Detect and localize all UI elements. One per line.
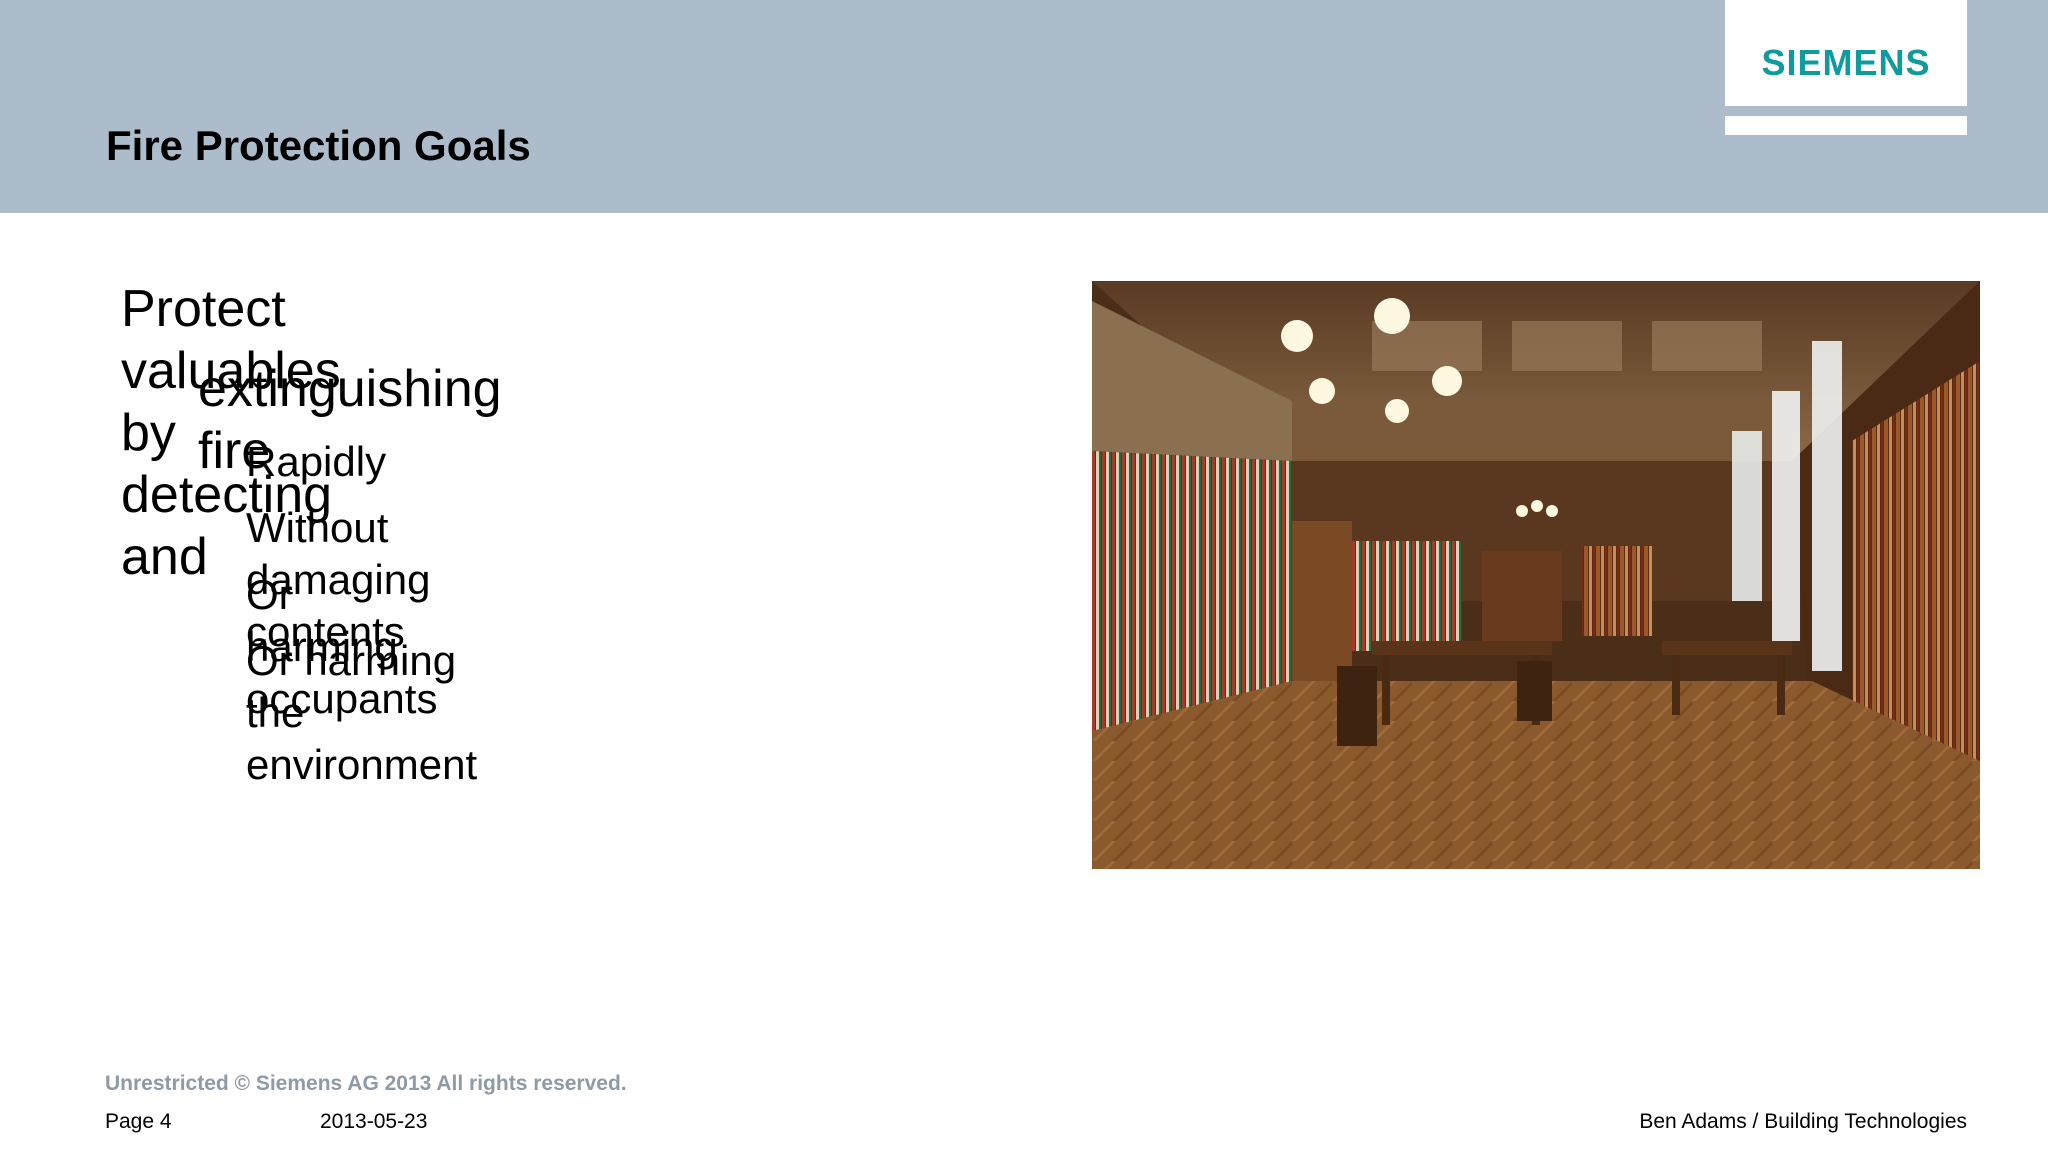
library-photo [1092, 281, 1980, 869]
sub-bullet: Or harming the environment [246, 637, 478, 788]
footer-page-number: Page 4 [105, 1110, 172, 1133]
logo-strip [1725, 116, 1967, 135]
footer-author: Ben Adams / Building Technologies [1639, 1110, 1967, 1133]
siemens-logo: SIEMENS [1725, 0, 1967, 106]
footer-date: 2013-05-23 [320, 1110, 428, 1133]
slide-title: Fire Protection Goals [106, 122, 531, 169]
footer-copyright: Unrestricted © Siemens AG 2013 All right… [105, 1072, 627, 1095]
sub-bullet: Rapidly [246, 438, 387, 485]
logo-text: SIEMENS [1761, 42, 1931, 83]
